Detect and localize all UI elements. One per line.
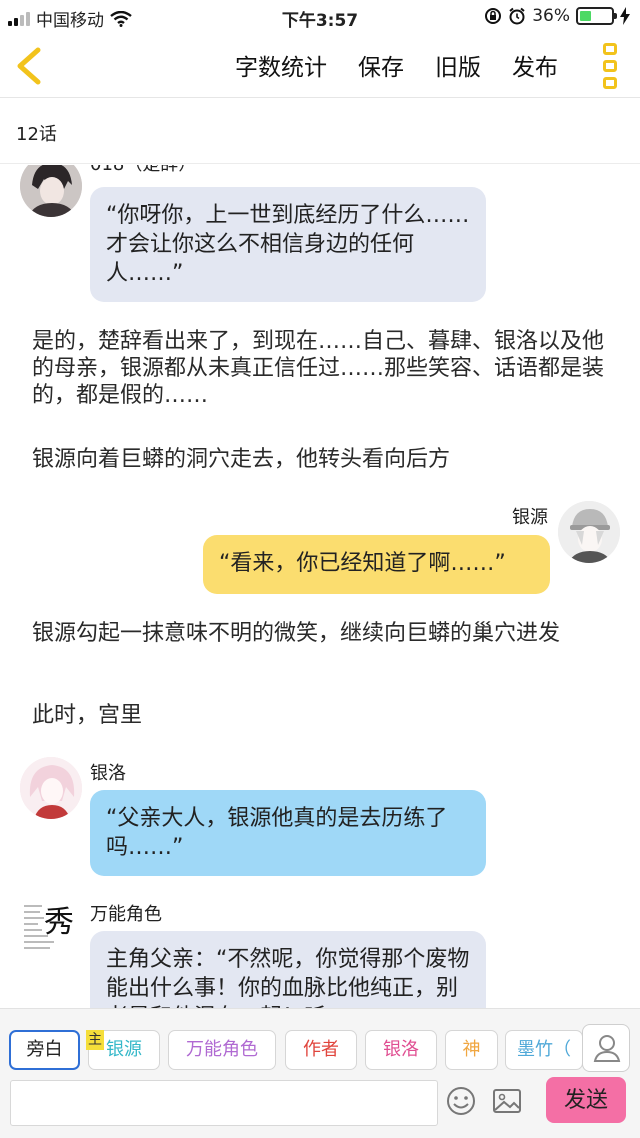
emoji-button[interactable]: [444, 1084, 478, 1118]
sender-name: 银洛: [90, 763, 126, 784]
avatar-chuci[interactable]: [20, 165, 82, 217]
more-vertical-icon: [603, 43, 617, 55]
battery-percent: 36%: [532, 6, 570, 26]
sender-name: 018（楚辞）: [90, 165, 196, 175]
role-selector: 旁白 银源 主 万能角色 作者 银洛 神 墨竹（: [0, 1008, 640, 1076]
role-manage-button[interactable]: [582, 1024, 630, 1072]
publish-button[interactable]: 发布: [512, 48, 558, 82]
role-tab-narrator[interactable]: 旁白: [9, 1030, 80, 1070]
chevron-left-icon: [17, 47, 41, 85]
narration-text[interactable]: 是的，楚辞看出来了，到现在……自己、暮肆、银洛以及他的母亲，银源都从未真正信任过…: [32, 328, 612, 409]
narration-text[interactable]: 银源向着巨蟒的洞穴走去，他转头看向后方: [32, 446, 612, 473]
avatar-glyph: 秀: [44, 905, 74, 940]
host-badge: 主: [86, 1030, 104, 1050]
orientation-lock-icon: [485, 8, 502, 24]
nav-actions: 字数统计 保存 旧版 发布: [235, 48, 558, 82]
message-bubble[interactable]: “父亲大人，银源他真的是去历练了吗……”: [90, 790, 486, 876]
chapter-title[interactable]: 12话: [0, 98, 640, 164]
word-count-button[interactable]: 字数统计: [235, 48, 327, 82]
alarm-icon: [509, 7, 525, 25]
sender-name: 银源: [512, 507, 548, 528]
nav-bar: 字数统计 保存 旧版 发布: [0, 34, 640, 98]
avatar-yinluo[interactable]: [20, 757, 82, 819]
narration-text[interactable]: 银源勾起一抹意味不明的微笑，继续向巨蟒的巢穴进发: [32, 620, 612, 647]
old-version-button[interactable]: 旧版: [435, 48, 481, 82]
sender-name: 万能角色: [90, 904, 162, 925]
message-bubble[interactable]: 主角父亲：“不然呢，你觉得那个废物能出什么事！你的血脉比他纯正，别老是和他混在一…: [90, 931, 486, 1008]
back-button[interactable]: [10, 44, 50, 88]
status-right: 36%: [484, 6, 630, 26]
save-button[interactable]: 保存: [358, 48, 404, 82]
message-bubble[interactable]: “你呀你，上一世到底经历了什么……才会让你这么不相信身边的任何人……”: [90, 187, 486, 302]
charging-icon: [620, 7, 630, 25]
chat-list[interactable]: 018（楚辞） “你呀你，上一世到底经历了什么……才会让你这么不相信身边的任何人…: [0, 165, 640, 1008]
avatar-yinyuan[interactable]: [558, 501, 620, 563]
role-tab-wanneng[interactable]: 万能角色: [168, 1030, 276, 1070]
message-bubble[interactable]: “看来，你已经知道了啊……”: [203, 535, 550, 594]
send-button[interactable]: 发送: [546, 1077, 626, 1123]
role-tab-god[interactable]: 神: [445, 1030, 498, 1070]
narration-text[interactable]: 此时，宫里: [32, 702, 612, 729]
image-button[interactable]: [490, 1084, 524, 1118]
role-tab-author[interactable]: 作者: [285, 1030, 357, 1070]
role-tab-yinluo[interactable]: 银洛: [365, 1030, 437, 1070]
user-icon: [593, 1035, 621, 1062]
input-bar: 发送: [0, 1076, 640, 1138]
avatar-wanneng[interactable]: 秀: [20, 895, 82, 957]
message-input[interactable]: [10, 1080, 438, 1126]
image-icon: [493, 1089, 521, 1113]
battery-fill: [580, 11, 591, 21]
status-bar: 中国移动 下午3:57 36%: [0, 0, 640, 34]
battery-icon: [576, 7, 617, 25]
more-button[interactable]: [600, 43, 620, 89]
emoji-icon: [447, 1087, 475, 1115]
role-tab-mozhu[interactable]: 墨竹（: [505, 1030, 583, 1070]
